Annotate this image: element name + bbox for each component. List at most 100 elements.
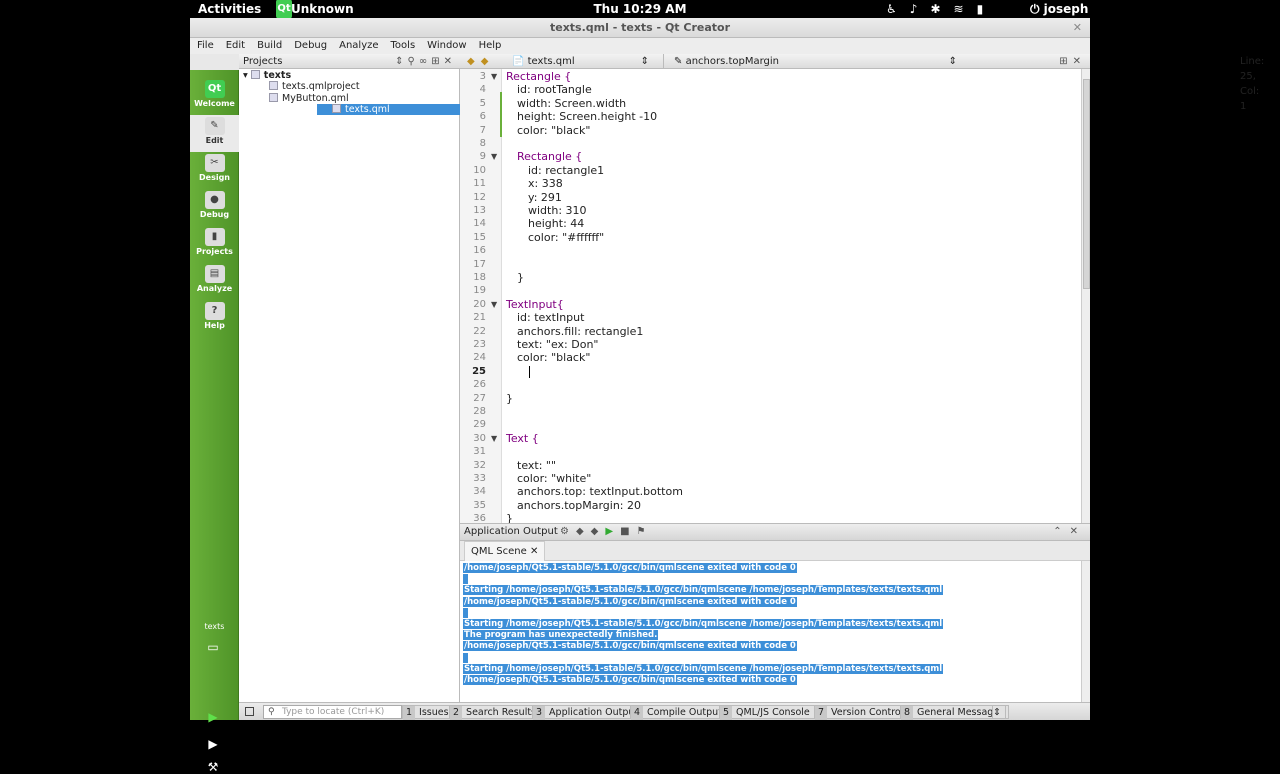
output-pane-button-compile-output[interactable]: 4 Compile Output bbox=[630, 705, 727, 720]
mode-label: Help bbox=[204, 321, 225, 330]
window-titlebar[interactable]: texts.qml - texts - Qt Creator ✕ bbox=[190, 18, 1090, 38]
split-icon[interactable]: ⊞ bbox=[1059, 56, 1072, 67]
close-icon[interactable]: ✕ bbox=[1073, 18, 1082, 38]
tree-file-item[interactable]: texts.qmlproject bbox=[269, 81, 360, 92]
close-icon[interactable]: ✕ bbox=[1070, 526, 1086, 537]
projects-title[interactable]: Projects bbox=[243, 56, 282, 67]
mode-projects[interactable]: ▮ Projects bbox=[190, 226, 239, 263]
mode-label: Analyze bbox=[196, 284, 233, 293]
text-cursor bbox=[529, 366, 530, 378]
mode-design[interactable]: ✂ Design bbox=[190, 152, 239, 189]
code-line: height: Screen.height -10 bbox=[517, 110, 658, 124]
output-text: Starting /home/joseph/Qt5.1-stable/5.1.0… bbox=[463, 663, 944, 674]
close-tab-icon[interactable]: ✕ bbox=[530, 546, 538, 557]
menu-edit[interactable]: Edit bbox=[226, 38, 250, 54]
menu-debug[interactable]: Debug bbox=[294, 38, 332, 54]
close-icon[interactable]: ✕ bbox=[1073, 56, 1086, 67]
debug-run-icon[interactable]: ▶ bbox=[205, 737, 221, 751]
output-scrollbar[interactable] bbox=[1081, 561, 1090, 702]
toggle-sidebar-icon[interactable] bbox=[245, 707, 254, 716]
code-editor[interactable]: 3 ▼ 4 5 6 7 8 9 ▼ 10 11 12 13 14 15 16 17 18 19 20 ▼ 21 22 23 24… bbox=[460, 69, 1090, 525]
output-pane-button-issues[interactable]: 1 Issues bbox=[402, 705, 454, 720]
output-line: Starting /home/joseph/Qt5.1-stable/5.1.0… bbox=[463, 663, 944, 675]
locator-input[interactable]: ⚲ Type to locate (Ctrl+K) bbox=[263, 705, 402, 719]
line-number: 5 bbox=[479, 97, 486, 109]
accessibility-icon[interactable]: ♿ bbox=[886, 2, 897, 16]
scrollbar-thumb[interactable] bbox=[1083, 79, 1090, 289]
mode-edit[interactable]: ✎ Edit bbox=[190, 115, 239, 152]
mode-help[interactable]: ? Help bbox=[190, 300, 239, 337]
help-icon: ? bbox=[204, 302, 225, 320]
line-number: 19 bbox=[473, 285, 486, 297]
run-icon[interactable]: ▶ bbox=[205, 710, 221, 724]
editor-scrollbar[interactable] bbox=[1081, 69, 1090, 523]
wifi-icon[interactable]: ≋ bbox=[954, 2, 964, 16]
fold-marker-icon[interactable]: ▼ bbox=[491, 70, 499, 83]
build-hammer-icon[interactable]: ⚒ bbox=[205, 760, 221, 774]
menu-tools[interactable]: Tools bbox=[391, 38, 421, 54]
stop-icon[interactable]: ■ bbox=[620, 526, 636, 537]
tab-qml-scene[interactable]: QML Scene ✕ bbox=[464, 541, 546, 561]
user-menu[interactable]: ⏻ joseph bbox=[1030, 2, 1088, 17]
fold-marker-icon[interactable]: ▼ bbox=[491, 150, 499, 163]
symbol-combo[interactable]: ✎ anchors.topMargin ⇕ bbox=[663, 54, 963, 69]
tree-project-root[interactable]: ▾ texts bbox=[243, 70, 291, 81]
output-title: Application Output bbox=[464, 526, 558, 537]
more-panes-icon[interactable]: ⇕ bbox=[992, 705, 1006, 719]
prev-icon[interactable]: ◆ bbox=[576, 526, 591, 537]
maximize-icon[interactable]: ⌃ bbox=[1053, 526, 1069, 537]
menu-analyze[interactable]: Analyze bbox=[339, 38, 383, 54]
bluetooth-icon[interactable]: ✱ bbox=[930, 2, 940, 16]
clear-icon[interactable]: ⚙ bbox=[560, 526, 576, 537]
battery-icon[interactable]: ▮ bbox=[977, 2, 984, 16]
fold-marker-icon[interactable]: ▼ bbox=[491, 298, 499, 311]
kit-label[interactable]: texts bbox=[190, 622, 239, 631]
forward-icon[interactable]: ◆ bbox=[481, 56, 495, 67]
menu-build[interactable]: Build bbox=[257, 38, 287, 54]
tree-item-label: texts.qmlproject bbox=[282, 81, 360, 93]
nav-arrows: ◆◆ bbox=[467, 54, 494, 69]
projects-icon: ▮ bbox=[204, 228, 225, 246]
expand-arrow-icon[interactable]: ▾ bbox=[243, 70, 251, 81]
output-pane-button-qml-js-console[interactable]: 5 QML/JS Console bbox=[719, 705, 815, 720]
application-output[interactable]: /home/joseph/Qt5.1-stable/5.1.0/gcc/bin/… bbox=[460, 561, 1090, 702]
volume-icon[interactable]: ♪ bbox=[910, 2, 918, 16]
code-line: } bbox=[517, 271, 524, 284]
target-icon[interactable]: ▭ bbox=[205, 640, 221, 654]
mode-welcome[interactable]: Qt Welcome bbox=[190, 78, 239, 115]
filter-icon[interactable]: ⚲ bbox=[408, 56, 419, 67]
line-number: 34 bbox=[473, 486, 486, 498]
rerun-icon[interactable]: ▶ bbox=[605, 526, 620, 537]
code-line: anchors.top: textInput.bottom bbox=[517, 485, 683, 499]
menu-file[interactable]: File bbox=[197, 38, 219, 54]
line-number: 21 bbox=[473, 312, 486, 324]
pane-number: 2 bbox=[450, 706, 463, 720]
line-number: 33 bbox=[473, 473, 486, 484]
mode-debug[interactable]: ● Debug bbox=[190, 189, 239, 226]
menu-help[interactable]: Help bbox=[479, 38, 507, 54]
mode-analyze[interactable]: ▤ Analyze bbox=[190, 263, 239, 300]
link-icon[interactable]: ∞ bbox=[419, 56, 431, 67]
split-icon[interactable]: ⊞ bbox=[431, 56, 443, 67]
next-icon[interactable]: ◆ bbox=[591, 526, 606, 537]
tree-file-item[interactable]: MyButton.qml bbox=[269, 92, 349, 104]
output-tabs: QML Scene ✕ bbox=[460, 541, 1090, 561]
line-number: 7 bbox=[479, 124, 486, 136]
user-name: joseph bbox=[1043, 2, 1089, 16]
line-number: 4 bbox=[479, 84, 486, 96]
sort-icon[interactable]: ⇕ bbox=[395, 56, 407, 67]
attach-icon[interactable]: ⚑ bbox=[637, 526, 653, 537]
debug-icon: ● bbox=[204, 191, 225, 209]
output-pane-button-application-output[interactable]: 3 Application Output bbox=[532, 705, 644, 720]
back-icon[interactable]: ◆ bbox=[467, 56, 481, 67]
fold-marker-icon[interactable]: ▼ bbox=[491, 432, 499, 445]
menu-window[interactable]: Window bbox=[427, 38, 471, 54]
mode-label: Edit bbox=[205, 136, 224, 145]
cursor-position[interactable]: Line: 25, Col: 1 bbox=[1240, 54, 1264, 114]
code-line: Rectangle { bbox=[517, 150, 583, 164]
close-panel-icon[interactable]: ✕ bbox=[444, 56, 456, 67]
open-documents-combo[interactable]: 📄 texts.qml ⇕ bbox=[512, 54, 653, 69]
output-pane-button-version-control[interactable]: 7 Version Control bbox=[814, 705, 909, 720]
output-pane-button-search-results[interactable]: 2 Search Results bbox=[449, 705, 542, 720]
output-buttons: ⌃✕ bbox=[1053, 524, 1086, 540]
